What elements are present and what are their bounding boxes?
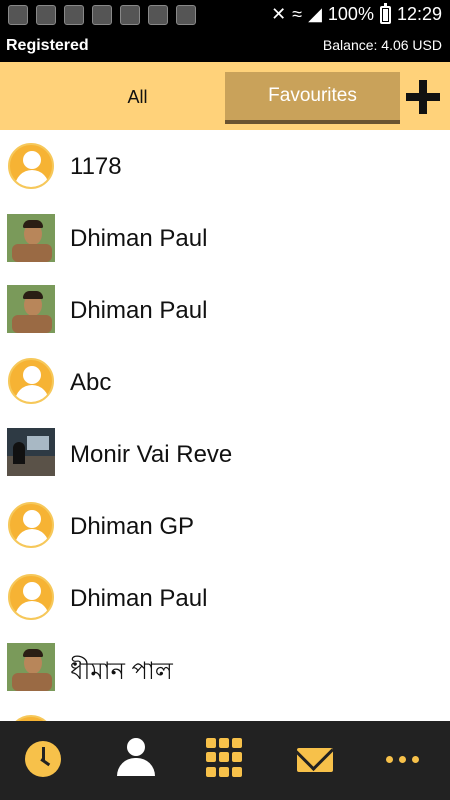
mute-icon: ✕: [271, 4, 287, 24]
plus-icon[interactable]: [406, 80, 440, 114]
avatar: [7, 428, 55, 476]
contact-name: Dhiman GP: [70, 513, 195, 540]
list-item[interactable]: Abc: [0, 347, 450, 419]
avatar: [7, 643, 55, 691]
contacts-icon[interactable]: [115, 738, 155, 778]
messages-icon[interactable]: [297, 748, 333, 772]
avatar: [7, 285, 55, 333]
contact-name: Dhiman Paul: [70, 225, 208, 252]
bottom-nav: [0, 721, 450, 800]
battery-icon: [379, 2, 391, 24]
app-icon: [64, 5, 84, 25]
shield-icon: [36, 5, 56, 25]
more-icon[interactable]: [386, 756, 426, 796]
system-icons: ✕ ≈ ◢ 100% 12:29: [271, 2, 442, 25]
recent-calls-icon[interactable]: [25, 741, 61, 777]
notification-icons: [8, 5, 196, 25]
settings-icon: [148, 5, 168, 25]
registration-status: Registered: [6, 37, 89, 54]
avatar: [8, 358, 54, 404]
dialpad-icon[interactable]: [206, 738, 246, 778]
contact-name: ধীমান পাল: [70, 658, 173, 685]
list-item[interactable]: [0, 707, 450, 721]
battery-percent: 100%: [327, 4, 374, 24]
balance: Balance: 4.06 USD: [322, 37, 442, 53]
contact-name: Monir Vai Reve: [70, 441, 233, 468]
gallery-icon: [8, 5, 28, 25]
avatar: [8, 574, 54, 620]
list-item[interactable]: Dhiman GP: [0, 491, 450, 563]
list-item[interactable]: 1178: [0, 131, 450, 203]
status-bar: ✕ ≈ ◢ 100% 12:29: [0, 0, 450, 30]
contact-name: Dhiman Paul: [70, 297, 208, 324]
clock-time: 12:29: [396, 4, 442, 24]
contact-name: Dhiman Paul: [70, 585, 208, 612]
list-item[interactable]: Dhiman Paul: [0, 563, 450, 635]
tab-favourites[interactable]: Favourites: [225, 72, 400, 124]
contact-name: Abc: [70, 369, 112, 396]
avatar: [7, 214, 55, 262]
avatar: [8, 502, 54, 548]
contact-name: 1178: [70, 153, 122, 180]
app-icon: [176, 5, 196, 25]
list-item[interactable]: ধীমান পাল: [0, 635, 450, 707]
list-item[interactable]: Monir Vai Reve: [0, 419, 450, 491]
avatar: [8, 143, 54, 189]
shield-icon: [92, 5, 112, 25]
tab-bar: All Favourites: [0, 62, 450, 130]
signal-icon: ◢: [308, 4, 322, 24]
account-bar: Registered Balance: 4.06 USD: [0, 30, 450, 62]
app-icon: [120, 5, 140, 25]
wifi-icon: ≈: [292, 4, 303, 24]
list-item[interactable]: Dhiman Paul: [0, 275, 450, 347]
tab-all[interactable]: All: [70, 72, 205, 122]
list-item[interactable]: Dhiman Paul: [0, 203, 450, 275]
contact-list[interactable]: 1178 Dhiman Paul Dhiman Paul Abc Monir V…: [0, 131, 450, 721]
